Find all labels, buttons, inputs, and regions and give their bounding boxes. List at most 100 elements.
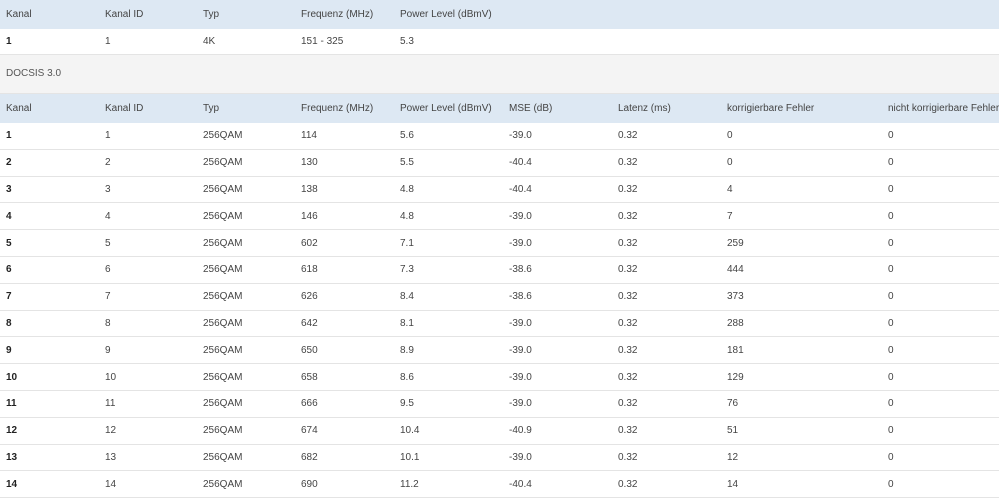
table-cell: 1 <box>0 123 99 150</box>
table-cell: 0 <box>882 256 999 284</box>
table-cell: 259 <box>721 229 882 257</box>
table-cell: 256QAM <box>197 149 295 177</box>
table-cell: -39.0 <box>503 390 612 418</box>
docsis30-table-header: Kanal Kanal ID Typ Frequenz (MHz) Power Leve… <box>0 94 999 123</box>
table-row: 3 3 256QAM 138 4.8 -40.4 0.32 4 0 <box>0 176 999 204</box>
table-cell: 114 <box>295 123 394 150</box>
column-header: Power Level (dBmV) <box>394 0 999 29</box>
table-cell: 256QAM <box>197 417 295 445</box>
table-row: 6 6 256QAM 618 7.3 -38.6 0.32 444 0 <box>0 256 999 284</box>
table-cell: 0.32 <box>612 417 721 445</box>
table-cell: 0 <box>882 176 999 204</box>
table-cell: 0.32 <box>612 256 721 284</box>
table-cell: 0.32 <box>612 363 721 391</box>
column-header: Typ <box>197 94 295 123</box>
table-cell: 0 <box>882 310 999 338</box>
table-cell: 642 <box>295 310 394 338</box>
table-cell: 8.4 <box>394 283 503 311</box>
column-header: Kanal <box>0 0 99 29</box>
table-cell: 12 <box>721 444 882 472</box>
table-cell: 0.32 <box>612 283 721 311</box>
table-row: 11 11 256QAM 666 9.5 -39.0 0.32 76 0 <box>0 390 999 418</box>
table-cell: 7.3 <box>394 256 503 284</box>
table-cell: 6 <box>99 256 197 284</box>
table-row: 5 5 256QAM 602 7.1 -39.0 0.32 259 0 <box>0 229 999 257</box>
table-cell: 2 <box>99 149 197 177</box>
table-cell: 4.8 <box>394 176 503 204</box>
table-cell: 0.32 <box>612 310 721 338</box>
table-cell: -39.0 <box>503 202 612 231</box>
table-cell: 14 <box>0 470 99 498</box>
table-cell: 658 <box>295 363 394 391</box>
table-cell: 682 <box>295 444 394 472</box>
docsis30-channel-table: Kanal Kanal ID Typ Frequenz (MHz) Power Leve… <box>0 94 999 498</box>
table-cell: 0 <box>721 149 882 177</box>
table-cell: 14 <box>721 470 882 498</box>
table-cell: 256QAM <box>197 470 295 498</box>
table-cell: 0.32 <box>612 202 721 231</box>
table-cell: 256QAM <box>197 256 295 284</box>
table-cell: 7 <box>0 283 99 311</box>
table-row: 10 10 256QAM 658 8.6 -39.0 0.32 129 0 <box>0 363 999 391</box>
table-cell: 444 <box>721 256 882 284</box>
table-cell: -39.0 <box>503 123 612 150</box>
table-cell: 602 <box>295 229 394 257</box>
column-header: Frequenz (MHz) <box>295 94 394 123</box>
table-cell: 626 <box>295 283 394 311</box>
table-cell: 1 <box>99 29 197 55</box>
table-cell: 12 <box>0 417 99 445</box>
table-row: 4 4 256QAM 146 4.8 -39.0 0.32 7 0 <box>0 202 999 231</box>
table-cell: 4 <box>721 176 882 204</box>
table-cell: 666 <box>295 390 394 418</box>
table-cell: 3 <box>99 176 197 204</box>
table-cell: 13 <box>0 444 99 472</box>
table-cell: 0 <box>882 336 999 365</box>
table-cell: 4 <box>0 202 99 231</box>
table-cell: 8.1 <box>394 310 503 338</box>
table-cell: 130 <box>295 149 394 177</box>
table-cell: 0 <box>882 470 999 498</box>
table-cell: 690 <box>295 470 394 498</box>
table-cell: 181 <box>721 336 882 365</box>
table-cell: 0.32 <box>612 229 721 257</box>
table-cell: 7 <box>99 283 197 311</box>
table-cell: 256QAM <box>197 363 295 391</box>
table-cell: 256QAM <box>197 310 295 338</box>
table-cell: 129 <box>721 363 882 391</box>
table-cell: 0 <box>882 390 999 418</box>
table-row: 14 14 256QAM 690 11.2 -40.4 0.32 14 0 <box>0 470 999 498</box>
table-cell: 256QAM <box>197 176 295 204</box>
table-cell: 256QAM <box>197 229 295 257</box>
table-cell: 0 <box>882 202 999 231</box>
table-cell: 146 <box>295 202 394 231</box>
table-cell: 10 <box>99 363 197 391</box>
table-cell: 0 <box>882 417 999 445</box>
table-cell: -39.0 <box>503 336 612 365</box>
table-cell: 0.32 <box>612 470 721 498</box>
table-cell: 650 <box>295 336 394 365</box>
table-cell: 9 <box>99 336 197 365</box>
table-cell: 3 <box>0 176 99 204</box>
table-cell: 1 <box>0 29 99 55</box>
column-header: Typ <box>197 0 295 29</box>
table-cell: 4K <box>197 29 295 55</box>
table-cell: 7 <box>721 202 882 231</box>
table-cell: 8.6 <box>394 363 503 391</box>
table-cell: 0.32 <box>612 123 721 150</box>
ofdm-channel-table: Kanal Kanal ID Typ Frequenz (MHz) Power Leve… <box>0 0 999 55</box>
table-cell: 256QAM <box>197 123 295 150</box>
table-cell: 288 <box>721 310 882 338</box>
table-cell: 151 - 325 <box>295 29 394 55</box>
table-cell: 7.1 <box>394 229 503 257</box>
table-cell: 5 <box>99 229 197 257</box>
table-cell: 0 <box>882 444 999 472</box>
table-cell: 6 <box>0 256 99 284</box>
table-cell: -40.4 <box>503 176 612 204</box>
table-cell: -38.6 <box>503 283 612 311</box>
table-cell: 0.32 <box>612 149 721 177</box>
table-cell: -39.0 <box>503 229 612 257</box>
table-cell: 76 <box>721 390 882 418</box>
table-cell: -39.0 <box>503 310 612 338</box>
table-cell: 8 <box>99 310 197 338</box>
table-cell: 5.6 <box>394 123 503 150</box>
